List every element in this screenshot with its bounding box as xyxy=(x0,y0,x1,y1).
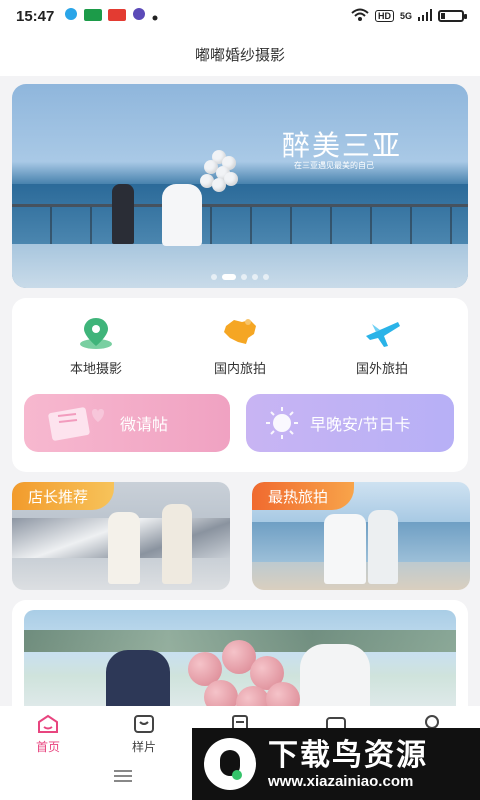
banner-dot[interactable] xyxy=(263,274,269,280)
status-bar: 15:47 HD 5G xyxy=(0,0,480,32)
banner-pagination xyxy=(12,274,468,280)
invitation-label: 微请帖 xyxy=(120,417,169,434)
tab-home[interactable]: 首页 xyxy=(0,714,96,755)
banner-balloons xyxy=(200,150,240,200)
promo-left-tag: 店长推荐 xyxy=(12,482,115,510)
news-notification-icon xyxy=(108,8,127,25)
promo-left-bride-figure xyxy=(108,512,140,584)
watermark-logo-icon xyxy=(204,738,256,790)
feature-photo xyxy=(24,610,456,720)
promo-right-groom-figure xyxy=(368,510,398,584)
service-domestic-travel-label: 国内旅拍 xyxy=(213,361,266,376)
signal-icon xyxy=(418,8,432,24)
tab-samples[interactable]: 样片 xyxy=(96,714,192,755)
service-local-photo-label: 本地摄影 xyxy=(69,361,122,376)
bag-icon xyxy=(133,714,155,734)
tab-samples-label: 样片 xyxy=(131,740,156,754)
app-header: 嘟嘟婚纱摄影 xyxy=(0,32,480,76)
service-overseas-travel[interactable]: 国外旅拍 xyxy=(322,316,442,377)
banner-subtitle: 在三亚遇见最美的自己 xyxy=(294,161,374,170)
service-overseas-travel-label: 国外旅拍 xyxy=(355,361,408,376)
banner-bride-figure xyxy=(162,184,202,246)
banner-dot[interactable] xyxy=(252,274,258,280)
china-map-icon xyxy=(220,316,260,350)
invitation-card-button[interactable]: 微请帖 xyxy=(24,394,230,452)
system-menu-icon[interactable] xyxy=(114,770,132,782)
banner-title: 醉美三亚 xyxy=(282,129,403,162)
service-local-photo[interactable]: 本地摄影 xyxy=(36,316,156,377)
signal-label: 5G xyxy=(399,11,412,21)
promo-hot-travel[interactable]: 最热旅拍 xyxy=(252,482,470,590)
banner-dot[interactable] xyxy=(222,274,236,280)
battery-icon xyxy=(438,10,467,22)
envelope-icon xyxy=(46,402,106,449)
more-notifications-icon xyxy=(152,8,158,25)
banner-dot[interactable] xyxy=(211,274,217,280)
banner-floor xyxy=(12,244,468,288)
banner-dot[interactable] xyxy=(241,274,247,280)
airplane-icon xyxy=(362,316,402,350)
services-card: 本地摄影 国内旅拍 国外旅拍 微请帖 早晚安/节日卡 xyxy=(12,298,468,472)
app-notification-icon xyxy=(64,7,78,25)
sun-icon xyxy=(264,406,300,445)
status-time: 15:47 xyxy=(16,7,55,25)
chat-notification-icon xyxy=(132,7,146,25)
watermark-title: 下载鸟资源 xyxy=(268,738,428,772)
watermark-url: www.xiazainiao.com xyxy=(268,772,414,790)
feature-card[interactable] xyxy=(12,600,468,720)
wifi-icon xyxy=(351,8,369,25)
wechat-notification-icon xyxy=(84,8,103,25)
hero-banner[interactable]: 醉美三亚 在三亚遇见最美的自己 xyxy=(12,84,468,288)
hd-badge: HD xyxy=(374,10,394,22)
promo-right-bride-figure xyxy=(324,514,366,584)
map-pin-icon xyxy=(76,316,116,350)
home-icon xyxy=(37,714,59,734)
service-domestic-travel[interactable]: 国内旅拍 xyxy=(180,316,300,377)
greeting-card-label: 早晚安/节日卡 xyxy=(310,417,411,434)
promo-manager-recommend[interactable]: 店长推荐 xyxy=(12,482,230,590)
tab-home-label: 首页 xyxy=(35,740,60,754)
promo-left-groom-figure xyxy=(162,504,192,584)
page-title: 嘟嘟婚纱摄影 xyxy=(194,46,285,64)
watermark: 下载鸟资源 www.xiazainiao.com xyxy=(192,728,480,800)
promo-right-tag: 最热旅拍 xyxy=(252,482,355,510)
banner-groom-figure xyxy=(112,184,134,244)
greeting-card-button[interactable]: 早晚安/节日卡 xyxy=(246,394,454,452)
